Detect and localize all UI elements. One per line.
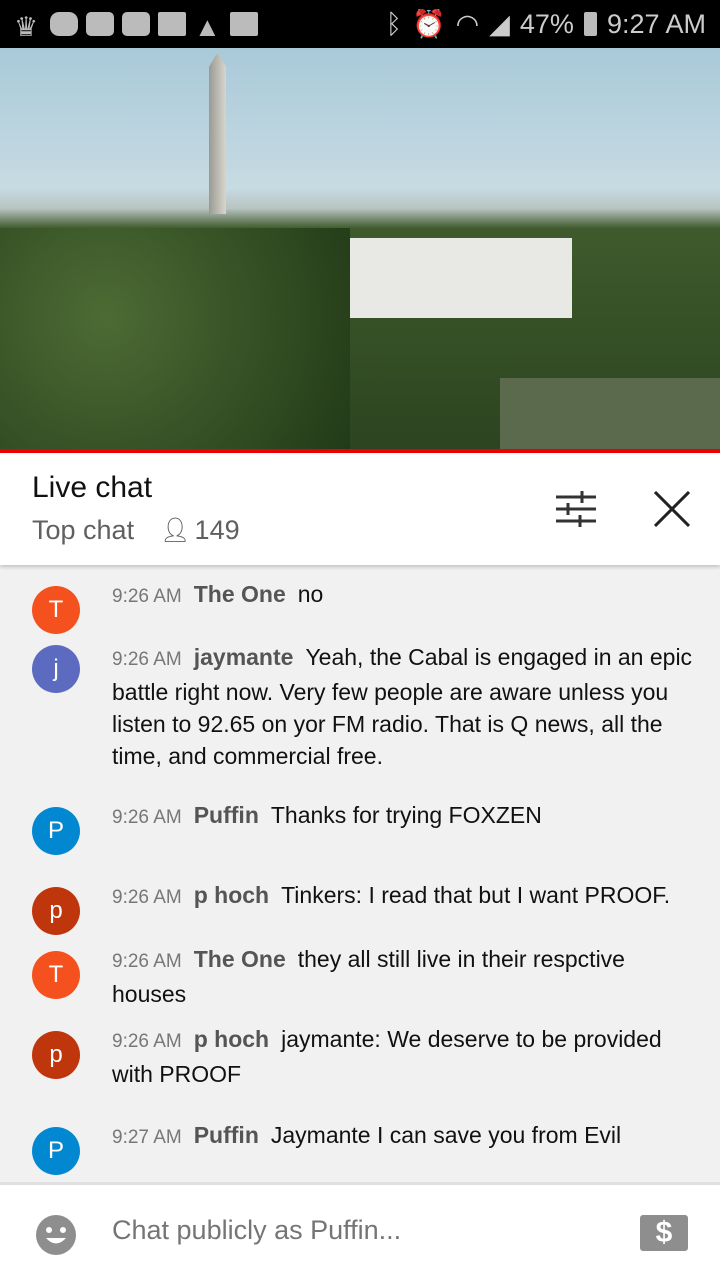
message-author[interactable]: p hoch	[194, 882, 269, 908]
message-text: Tinkers: I read that but I want PROOF.	[281, 882, 671, 908]
super-chat-button[interactable]: $	[640, 1215, 688, 1251]
youtube-icon	[86, 12, 114, 36]
message-time: 9:26 AM	[112, 586, 182, 607]
message-text: Thanks for trying FOXZEN	[270, 802, 542, 828]
monument-image	[209, 54, 226, 214]
message-text: Jaymante I can save you from Evil	[270, 1122, 622, 1148]
emoji-icon[interactable]	[36, 1215, 76, 1255]
avatar[interactable]: p	[32, 1031, 80, 1079]
message-time: 9:26 AM	[112, 887, 182, 908]
avatar[interactable]: T	[32, 951, 80, 999]
chat-mode-selector[interactable]: Top chat 👤︎ 149	[32, 515, 240, 546]
chat-message: 9:26 AM Puffin Thanks for trying FOXZEN	[112, 799, 702, 834]
message-author[interactable]: Puffin	[194, 802, 259, 828]
chat-title: Live chat	[32, 471, 153, 504]
warning-icon: ▲	[194, 12, 221, 42]
message-author[interactable]: Puffin	[194, 1122, 259, 1148]
message-time: 9:26 AM	[112, 807, 182, 828]
chat-header: Live chat Top chat 👤︎ 149	[0, 453, 720, 565]
message-time: 9:26 AM	[112, 649, 182, 670]
battery-icon	[583, 12, 597, 36]
close-icon[interactable]	[654, 491, 690, 527]
message-time: 9:27 AM	[112, 1127, 182, 1148]
status-bar: ♛ ▲ ᛒ ⏰ ◠ ◢ 47% 9:27 AM	[0, 0, 720, 48]
message-author[interactable]: p hoch	[194, 1026, 269, 1052]
avatar[interactable]: p	[32, 887, 80, 935]
chat-message-list[interactable]: T 9:26 AM The One no j 9:26 AM jaymante Yeah, t…	[0, 565, 720, 1182]
clock: 9:27 AM	[606, 8, 706, 39]
trees-image	[0, 228, 350, 449]
chat-message: 9:26 AM jaymante Yeah, the Cabal is engage…	[112, 641, 702, 772]
white-house-image	[350, 238, 572, 318]
chat-message: 9:26 AM p hoch jaymante: We deserve to be …	[112, 1023, 702, 1090]
crown-icon: ♛	[14, 12, 39, 42]
message-author[interactable]: jaymante	[194, 644, 294, 670]
avatar[interactable]: j	[32, 645, 80, 693]
message-author[interactable]: The One	[194, 946, 286, 972]
message-time: 9:26 AM	[112, 1031, 182, 1052]
wifi-icon: ◠	[455, 8, 480, 39]
youtube-icon	[122, 12, 150, 36]
filter-settings-icon[interactable]	[556, 491, 596, 527]
signal-icon: ◢	[489, 8, 510, 39]
bluetooth-icon: ᛒ	[385, 8, 402, 39]
avatar[interactable]: T	[32, 586, 80, 634]
lawn-image	[500, 378, 720, 449]
avatar[interactable]: P	[32, 1127, 80, 1175]
chat-input[interactable]	[112, 1215, 592, 1246]
message-text: no	[297, 581, 324, 607]
chat-message: 9:26 AM The One no	[112, 578, 702, 613]
chat-message: 9:26 AM p hoch Tinkers: I read that but I …	[112, 879, 702, 914]
m-app-icon	[50, 12, 78, 36]
avatar[interactable]: P	[32, 807, 80, 855]
alarm-icon: ⏰	[411, 9, 446, 39]
battery-percent: 47%	[519, 8, 574, 39]
image-icon	[230, 12, 258, 36]
video-player[interactable]	[0, 48, 720, 449]
chat-message: 9:26 AM The One they all still live in the…	[112, 943, 702, 1010]
message-author[interactable]: The One	[194, 581, 286, 607]
chat-input-bar: $	[0, 1182, 720, 1280]
message-text: they all still live in their respctive h…	[112, 946, 625, 1007]
folder-icon	[158, 12, 186, 36]
chat-mode-label: Top chat	[32, 515, 135, 545]
message-time: 9:26 AM	[112, 951, 182, 972]
person-icon: 👤︎	[160, 517, 191, 544]
chat-message: 9:27 AM Puffin Jaymante I can save you fro…	[112, 1119, 702, 1154]
viewer-count: 149	[194, 515, 240, 545]
